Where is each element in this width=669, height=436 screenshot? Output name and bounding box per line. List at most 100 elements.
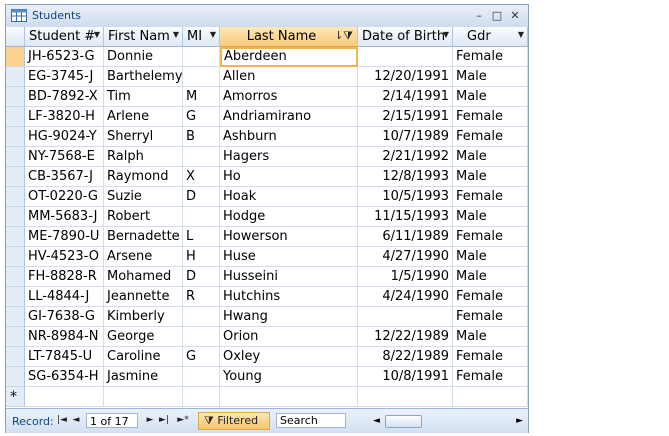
mi-cell[interactable] (183, 47, 220, 67)
new-row-selector[interactable]: * (6, 387, 25, 407)
first-name-cell[interactable]: Mohamed (104, 267, 183, 287)
last-name-cell[interactable]: Husseini (220, 267, 358, 287)
mi-cell[interactable]: B (183, 127, 220, 147)
gender-cell[interactable]: Female (453, 307, 528, 327)
new-row-cell[interactable] (104, 387, 183, 407)
new-row-cell[interactable] (453, 387, 528, 407)
column-header-student-number[interactable]: Student # ▼ (25, 27, 104, 47)
gender-cell[interactable]: Male (453, 207, 528, 227)
column-header-date-of-birth[interactable]: Date of Birth ▼ (358, 27, 453, 47)
student-number-cell[interactable]: OT-0220-G (25, 187, 104, 207)
first-name-cell[interactable]: Tim (104, 87, 183, 107)
current-record-input[interactable]: 1 of 17 (86, 413, 138, 428)
row-selector[interactable] (6, 207, 25, 227)
first-name-cell[interactable]: Robert (104, 207, 183, 227)
mi-cell[interactable]: G (183, 107, 220, 127)
close-button[interactable]: ✕ (507, 8, 523, 23)
date-of-birth-cell[interactable]: 11/15/1993 (358, 207, 453, 227)
gender-cell[interactable]: Male (453, 247, 528, 267)
mi-cell[interactable]: X (183, 167, 220, 187)
gender-cell[interactable]: Female (453, 127, 528, 147)
dropdown-arrow-icon[interactable]: ▼ (173, 30, 179, 39)
last-name-cell[interactable]: Hodge (220, 207, 358, 227)
student-number-cell[interactable]: LF-3820-H (25, 107, 104, 127)
gender-cell[interactable]: Female (453, 227, 528, 247)
last-name-cell[interactable]: Hutchins (220, 287, 358, 307)
date-of-birth-cell[interactable]: 10/7/1989 (358, 127, 453, 147)
new-row-cell[interactable] (358, 387, 453, 407)
first-name-cell[interactable]: Bernadette (104, 227, 183, 247)
search-input[interactable]: Search (276, 413, 346, 428)
student-number-cell[interactable]: JH-6523-G (25, 47, 104, 67)
last-name-cell[interactable]: Oxley (220, 347, 358, 367)
scroll-right-icon[interactable]: ► (516, 414, 523, 428)
new-record-button[interactable]: ►* (174, 414, 192, 427)
scroll-thumb[interactable] (385, 415, 422, 428)
mi-cell[interactable]: R (183, 287, 220, 307)
dropdown-arrow-icon[interactable]: ▼ (94, 30, 100, 39)
first-name-cell[interactable]: Donnie (104, 47, 183, 67)
date-of-birth-cell[interactable]: 6/11/1989 (358, 227, 453, 247)
date-of-birth-cell[interactable]: 2/15/1991 (358, 107, 453, 127)
student-number-cell[interactable]: FH-8828-R (25, 267, 104, 287)
first-name-cell[interactable]: Kimberly (104, 307, 183, 327)
mi-cell[interactable]: G (183, 347, 220, 367)
row-selector[interactable] (6, 327, 25, 347)
mi-cell[interactable] (183, 207, 220, 227)
date-of-birth-cell[interactable]: 1/5/1990 (358, 267, 453, 287)
gender-cell[interactable]: Male (453, 87, 528, 107)
student-number-cell[interactable]: LL-4844-J (25, 287, 104, 307)
row-selector[interactable] (6, 247, 25, 267)
next-record-button[interactable]: ► (144, 414, 156, 427)
mi-cell[interactable]: H (183, 247, 220, 267)
horizontal-scrollbar[interactable]: ◄ ► (373, 414, 523, 428)
maximize-button[interactable]: □ (489, 8, 505, 23)
student-number-cell[interactable]: NR-8984-N (25, 327, 104, 347)
mi-cell[interactable]: M (183, 87, 220, 107)
student-number-cell[interactable]: BD-7892-X (25, 87, 104, 107)
gender-cell[interactable]: Female (453, 107, 528, 127)
column-header-first-name[interactable]: First Nam ▼ (104, 27, 183, 47)
scroll-left-icon[interactable]: ◄ (373, 414, 380, 428)
last-name-cell[interactable]: Hagers (220, 147, 358, 167)
student-number-cell[interactable]: MM-5683-J (25, 207, 104, 227)
date-of-birth-cell[interactable]: 2/21/1992 (358, 147, 453, 167)
first-name-cell[interactable]: Raymond (104, 167, 183, 187)
mi-cell[interactable] (183, 67, 220, 87)
new-row-cell[interactable] (183, 387, 220, 407)
first-name-cell[interactable]: Sherryl (104, 127, 183, 147)
gender-cell[interactable]: Male (453, 167, 528, 187)
filter-toggle-button[interactable]: ⧩ Filtered (198, 412, 270, 430)
dropdown-arrow-icon[interactable]: ▼ (210, 30, 216, 39)
mi-cell[interactable] (183, 367, 220, 387)
row-selector[interactable] (6, 87, 25, 107)
last-name-cell[interactable]: Allen (220, 67, 358, 87)
gender-cell[interactable]: Male (453, 147, 528, 167)
first-name-cell[interactable]: Jeannette (104, 287, 183, 307)
new-row-cell[interactable] (220, 387, 358, 407)
first-record-button[interactable]: |◄ (56, 414, 68, 427)
mi-cell[interactable]: D (183, 267, 220, 287)
dropdown-arrow-icon[interactable]: ▼ (443, 30, 449, 39)
first-name-cell[interactable]: Ralph (104, 147, 183, 167)
column-header-mi[interactable]: MI ▼ (183, 27, 220, 47)
gender-cell[interactable]: Male (453, 327, 528, 347)
row-selector[interactable] (6, 287, 25, 307)
first-name-cell[interactable]: Barthelemy (104, 67, 183, 87)
row-selector[interactable] (6, 267, 25, 287)
date-of-birth-cell[interactable]: 4/24/1990 (358, 287, 453, 307)
last-name-cell[interactable]: Hoak (220, 187, 358, 207)
gender-cell[interactable]: Female (453, 187, 528, 207)
last-name-cell[interactable]: Young (220, 367, 358, 387)
sort-filter-icon[interactable]: ⇂⧩ (334, 29, 353, 43)
row-selector[interactable] (6, 67, 25, 87)
student-number-cell[interactable]: GI-7638-G (25, 307, 104, 327)
row-selector[interactable] (6, 167, 25, 187)
column-header-last-name[interactable]: Last Name ⇂⧩ (220, 27, 358, 47)
last-record-button[interactable]: ►| (158, 414, 170, 427)
date-of-birth-cell[interactable]: 12/8/1993 (358, 167, 453, 187)
date-of-birth-cell[interactable] (358, 307, 453, 327)
mi-cell[interactable] (183, 327, 220, 347)
student-number-cell[interactable]: LT-7845-U (25, 347, 104, 367)
gender-cell[interactable]: Male (453, 67, 528, 87)
